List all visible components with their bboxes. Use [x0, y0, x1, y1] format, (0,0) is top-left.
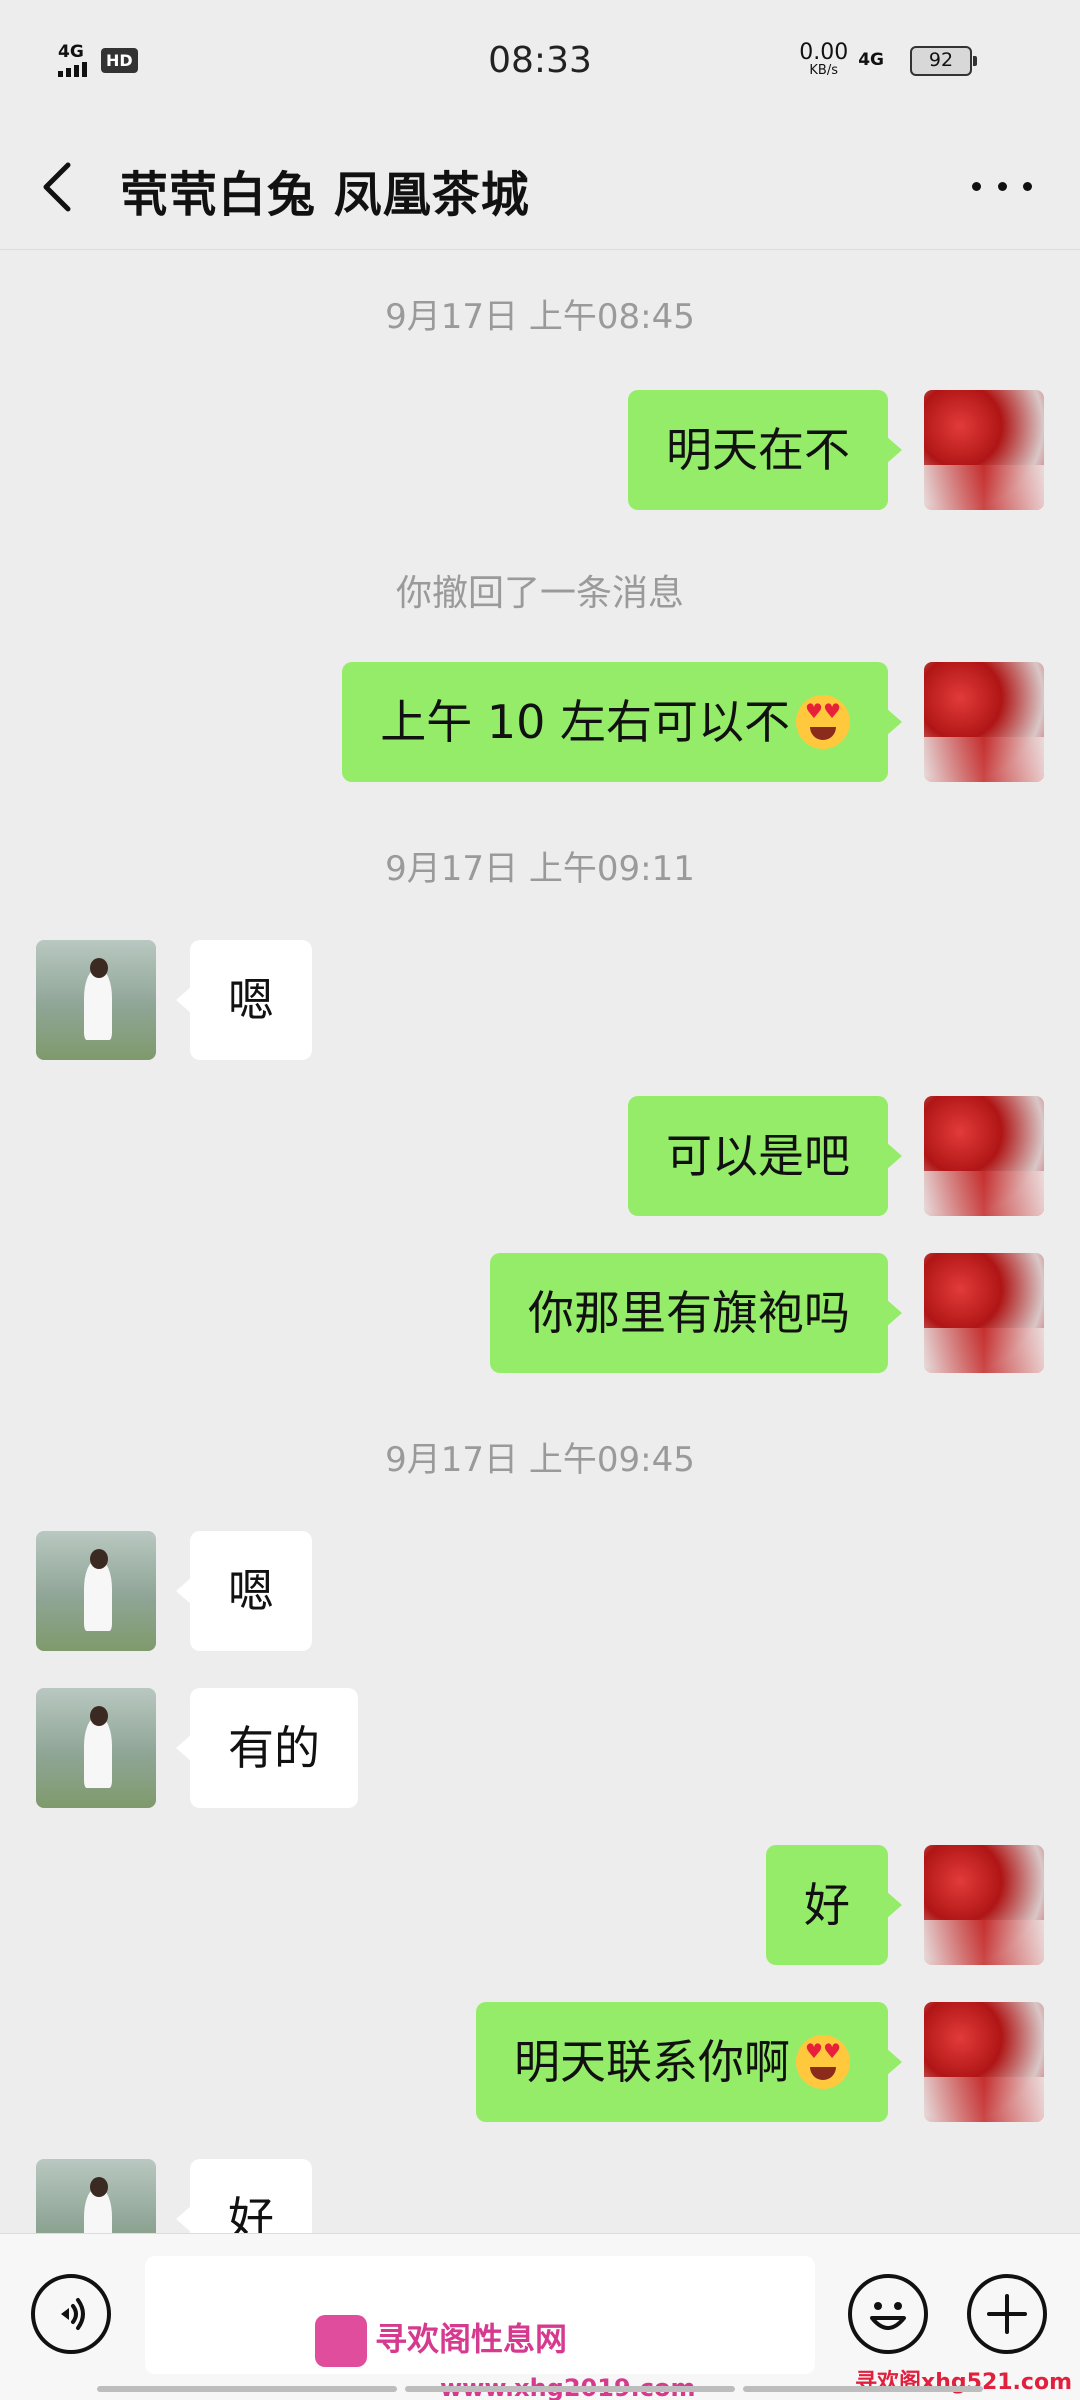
net-speed: 0.00 KB/s — [799, 40, 849, 78]
my-avatar[interactable] — [924, 1253, 1044, 1373]
emoji-button[interactable] — [848, 2274, 928, 2354]
contact-avatar[interactable] — [36, 1531, 156, 1651]
message-text: 明天在不 — [666, 423, 850, 477]
emoji-icon — [870, 2302, 906, 2330]
contact-avatar[interactable] — [36, 1688, 156, 1808]
watermark-logo-icon — [315, 2315, 367, 2367]
voice-icon — [61, 2298, 85, 2330]
message-input[interactable]: 寻欢阁性息网 — [145, 2256, 815, 2374]
net-speed-value: 0.00 — [799, 40, 849, 65]
message-timestamp: 9月17日 上午09:11 — [385, 849, 695, 889]
message-text: 嗯 — [228, 973, 274, 1027]
chevron-left-icon — [43, 162, 71, 212]
recall-notice: 你撤回了一条消息 — [395, 573, 684, 614]
my-message-bubble[interactable]: 可以是吧 — [628, 1096, 902, 1216]
message-text: 嗯 — [228, 1564, 274, 1618]
heart-eyes-emoji-icon — [796, 2034, 850, 2089]
more-dot-icon — [997, 181, 1007, 191]
battery-level: 92 — [910, 46, 977, 76]
more-options-button[interactable] — [972, 171, 1032, 201]
my-avatar[interactable] — [924, 662, 1044, 782]
watermark: 寻欢阁性息网 — [315, 2314, 567, 2367]
gesture-bar — [0, 2386, 1080, 2394]
chat-input-bar: 寻欢阁性息网 www.xhg2019.com 寻欢阁xhg521.com — [0, 2233, 1080, 2400]
message-text: 有的 — [228, 1721, 320, 1775]
my-message-bubble[interactable]: 明天联系你啊 — [476, 2002, 902, 2122]
contact-avatar[interactable] — [36, 940, 156, 1060]
chat-title: 茕茕白兔 凤凰茶城 — [120, 167, 530, 223]
status-bar: 4G HD 08:33 0.00 KB/s 4G 92 — [0, 0, 1080, 125]
net-speed-unit: KB/s — [809, 63, 839, 78]
my-message-bubble[interactable]: 你那里有旗袍吗 — [490, 1253, 902, 1373]
voice-input-button[interactable] — [31, 2274, 111, 2354]
message-timestamp: 9月17日 上午09:45 — [385, 1440, 695, 1480]
message-text: 好 — [804, 1878, 850, 1932]
mobile-data-signal: 4G — [858, 49, 884, 70]
battery-icon: 92 — [910, 46, 977, 76]
message-text: 上午 10 左右可以不 — [380, 695, 790, 749]
contact-message-bubble[interactable]: 有的 — [176, 1688, 358, 1808]
more-dot-icon — [972, 181, 981, 191]
more-dot-icon — [1023, 181, 1032, 191]
message-text: 可以是吧 — [666, 1129, 850, 1183]
message-timestamp: 9月17日 上午08:45 — [385, 297, 695, 337]
back-button[interactable] — [38, 157, 78, 217]
contact-message-bubble[interactable]: 好 — [176, 2159, 312, 2233]
my-message-bubble[interactable]: 上午 10 左右可以不 — [342, 662, 902, 782]
message-text: 你那里有旗袍吗 — [528, 1286, 850, 1340]
message-text: 好 — [228, 2192, 274, 2233]
watermark-text: 寻欢阁性息网 — [375, 2320, 568, 2358]
plus-icon — [987, 2294, 1027, 2334]
contact-message-bubble[interactable]: 嗯 — [176, 1531, 312, 1651]
contact-avatar[interactable] — [36, 2159, 156, 2233]
heart-eyes-emoji-icon — [796, 694, 850, 749]
my-message-bubble[interactable]: 明天在不 — [628, 390, 902, 510]
my-avatar[interactable] — [924, 2002, 1044, 2122]
my-message-bubble[interactable]: 好 — [766, 1845, 902, 1965]
contact-message-bubble[interactable]: 嗯 — [176, 940, 312, 1060]
message-text: 明天联系你啊 — [514, 2035, 790, 2089]
more-functions-button[interactable] — [967, 2274, 1047, 2354]
my-avatar[interactable] — [924, 390, 1044, 510]
status-right: 0.00 KB/s 4G — [799, 40, 884, 78]
my-avatar[interactable] — [924, 1845, 1044, 1965]
my-avatar[interactable] — [924, 1096, 1044, 1216]
chat-header: 茕茕白兔 凤凰茶城 — [0, 125, 1080, 250]
chat-message-list[interactable]: 9月17日 上午08:45 明天在不 你撤回了一条消息 上午 10 左右可以不 … — [0, 251, 1080, 2233]
